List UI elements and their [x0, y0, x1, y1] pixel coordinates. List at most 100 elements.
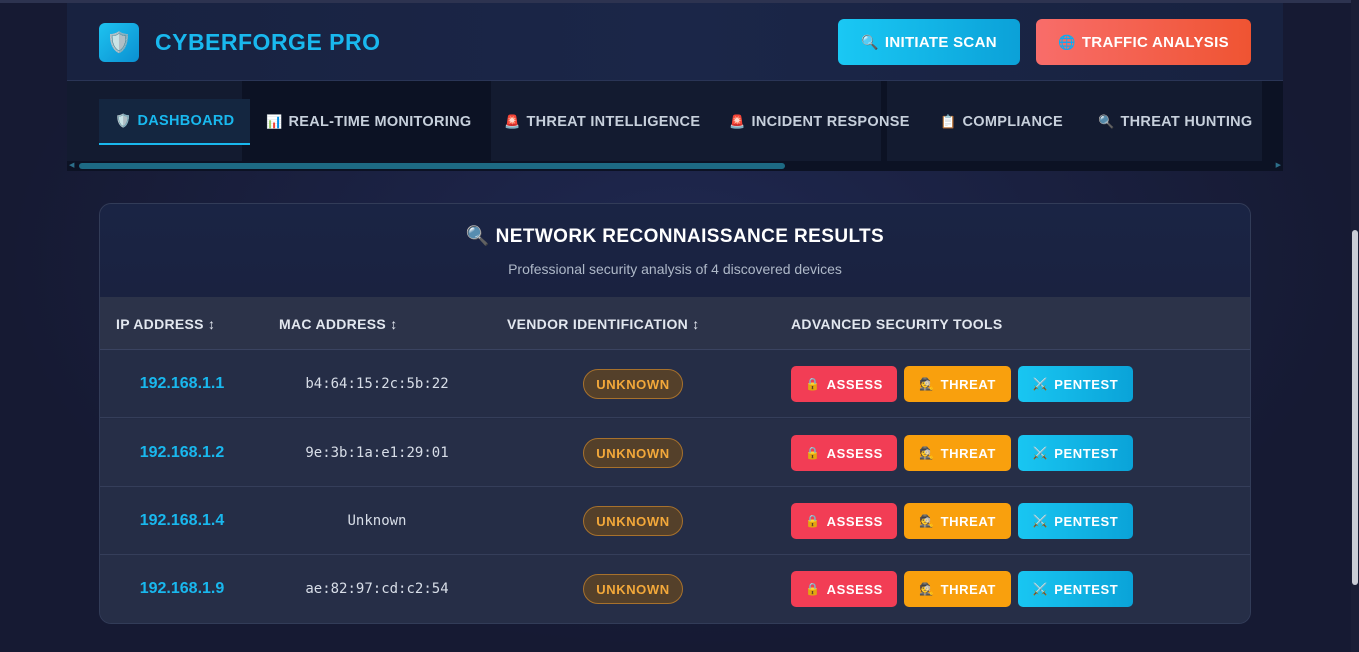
pentest-label: PENTEST — [1054, 376, 1119, 392]
pentest-button[interactable]: ⚔️ PENTEST — [1018, 435, 1133, 471]
lock-icon: 🔒 — [805, 377, 821, 391]
vendor-cell: UNKNOWN — [490, 487, 776, 555]
ip-address[interactable]: 192.168.1.9 — [100, 555, 264, 623]
threat-button[interactable]: 🕵 THREAT — [904, 366, 1011, 402]
threat-button[interactable]: 🕵 THREAT — [904, 503, 1011, 539]
tab-incident-response[interactable]: 🚨 INCIDENT RESPONSE — [729, 99, 910, 145]
scroll-right-arrow-icon[interactable]: ▶ — [1276, 161, 1281, 171]
lock-icon: 🔒 — [805, 446, 821, 460]
mac-address: b4:64:15:2c:5b:22 — [305, 376, 449, 392]
initiate-scan-label: INITIATE SCAN — [884, 33, 997, 51]
tab-label: THREAT HUNTING — [1120, 114, 1253, 130]
results-header: 🔍 NETWORK RECONNAISSANCE RESULTS Profess… — [100, 204, 1250, 297]
vendor-badge: UNKNOWN — [583, 506, 683, 536]
threat-label: THREAT — [940, 513, 996, 529]
tab-label: COMPLIANCE — [962, 114, 1063, 130]
tab-label: REAL-TIME MONITORING — [288, 114, 472, 130]
pentest-button[interactable]: ⚔️ PENTEST — [1018, 503, 1133, 539]
search-icon: 🔍 — [861, 33, 879, 50]
tabs-scroll-thumb[interactable] — [79, 163, 785, 169]
tab-label: INCIDENT RESPONSE — [751, 114, 910, 130]
table-header: IP ADDRESS ↕ MAC ADDRESS ↕ VENDOR IDENTI… — [100, 297, 1250, 350]
detective-icon: 🕵 — [919, 377, 935, 391]
ip-address[interactable]: 192.168.1.4 — [100, 487, 264, 555]
pentest-button[interactable]: ⚔️ PENTEST — [1018, 366, 1133, 402]
table-row: 192.168.1.9 ae:82:97:cd:c2:54 UNKNOWN 🔒 … — [100, 555, 1250, 623]
initiate-scan-button[interactable]: 🔍 INITIATE SCAN — [838, 19, 1020, 65]
tab-label: THREAT INTELLIGENCE — [526, 114, 701, 130]
pentest-button[interactable]: ⚔️ PENTEST — [1018, 571, 1133, 607]
crossed-swords-icon: ⚔️ — [1032, 514, 1049, 528]
recon-results-card: 🔍 NETWORK RECONNAISSANCE RESULTS Profess… — [99, 203, 1251, 624]
shield-logo-icon: 🛡️ — [99, 23, 139, 62]
pentest-label: PENTEST — [1054, 581, 1119, 597]
assess-button[interactable]: 🔒 ASSESS — [791, 571, 897, 607]
search-icon: 🔍 — [1098, 114, 1115, 129]
crossed-swords-icon: ⚔️ — [1032, 582, 1049, 596]
pentest-label: PENTEST — [1054, 513, 1119, 529]
col-vendor-identification[interactable]: VENDOR IDENTIFICATION ↕ — [507, 297, 700, 350]
assess-label: ASSESS — [826, 376, 883, 392]
assess-label: ASSESS — [826, 445, 883, 461]
siren-icon: 🚨 — [504, 114, 521, 129]
tab-dashboard[interactable]: 🛡️ DASHBOARD — [99, 99, 251, 145]
tab-compliance[interactable]: 📋 COMPLIANCE — [940, 99, 1063, 145]
assess-button[interactable]: 🔒 ASSESS — [791, 503, 897, 539]
app-title: CYBERFORGE PRO — [155, 29, 381, 55]
magnifier-icon: 🔍 — [465, 226, 490, 247]
vendor-cell: UNKNOWN — [490, 350, 776, 418]
vendor-cell: UNKNOWN — [490, 555, 776, 623]
vendor-badge: UNKNOWN — [583, 438, 683, 468]
vendor-cell: UNKNOWN — [490, 419, 776, 487]
threat-label: THREAT — [940, 581, 996, 597]
app-header: 🛡️ CYBERFORGE PRO 🔍 INITIATE SCAN 🌐 TRAF… — [67, 3, 1283, 81]
traffic-analysis-button[interactable]: 🌐 TRAFFIC ANALYSIS — [1036, 19, 1251, 65]
table-row: 192.168.1.4 Unknown UNKNOWN 🔒 ASSESS 🕵 T… — [100, 487, 1250, 555]
assess-label: ASSESS — [826, 581, 883, 597]
page-vertical-scrollbar[interactable] — [1351, 0, 1359, 652]
mac-address: Unknown — [347, 513, 407, 529]
col-ip-address[interactable]: IP ADDRESS ↕ — [116, 297, 215, 350]
crossed-swords-icon: ⚔️ — [1032, 446, 1049, 460]
threat-label: THREAT — [940, 376, 996, 392]
table-row: 192.168.1.1 b4:64:15:2c:5b:22 UNKNOWN 🔒 … — [100, 350, 1250, 418]
detective-icon: 🕵 — [919, 514, 935, 528]
tab-threat-hunting[interactable]: 🔍 THREAT HUNTING — [1098, 99, 1253, 145]
results-title: 🔍 NETWORK RECONNAISSANCE RESULTS — [100, 224, 1250, 248]
vendor-badge: UNKNOWN — [583, 369, 683, 399]
globe-icon: 🌐 — [1058, 33, 1076, 50]
col-mac-address[interactable]: MAC ADDRESS ↕ — [279, 297, 398, 350]
lock-icon: 🔒 — [805, 582, 821, 596]
table-row: 192.168.1.2 9e:3b:1a:e1:29:01 UNKNOWN 🔒 … — [100, 419, 1250, 487]
assess-button[interactable]: 🔒 ASSESS — [791, 366, 897, 402]
scroll-left-arrow-icon[interactable]: ◀ — [69, 161, 74, 171]
page-scroll-thumb[interactable] — [1352, 230, 1358, 585]
tab-real-time-monitoring[interactable]: 📊 REAL-TIME MONITORING — [266, 99, 471, 145]
bar-chart-icon: 📊 — [266, 114, 283, 129]
threat-button[interactable]: 🕵 THREAT — [904, 435, 1011, 471]
main-tabs: 🛡️ DASHBOARD 📊 REAL-TIME MONITORING 🚨 TH… — [67, 81, 1283, 171]
crossed-swords-icon: ⚔️ — [1032, 377, 1049, 391]
ip-address[interactable]: 192.168.1.2 — [100, 419, 264, 487]
col-security-tools: ADVANCED SECURITY TOOLS — [791, 315, 1003, 332]
results-title-text: NETWORK RECONNAISSANCE RESULTS — [495, 226, 885, 247]
mac-address: 9e:3b:1a:e1:29:01 — [305, 445, 449, 461]
traffic-analysis-label: TRAFFIC ANALYSIS — [1081, 33, 1229, 51]
lock-icon: 🔒 — [805, 514, 821, 528]
shield-icon: 🛡️ — [115, 113, 132, 128]
mac-address: ae:82:97:cd:c2:54 — [305, 581, 449, 597]
pentest-label: PENTEST — [1054, 445, 1119, 461]
tab-threat-intelligence[interactable]: 🚨 THREAT INTELLIGENCE — [504, 99, 700, 145]
assess-label: ASSESS — [826, 513, 883, 529]
clipboard-icon: 📋 — [940, 114, 957, 129]
detective-icon: 🕵 — [919, 446, 935, 460]
threat-button[interactable]: 🕵 THREAT — [904, 571, 1011, 607]
vendor-badge: UNKNOWN — [583, 574, 683, 604]
assess-button[interactable]: 🔒 ASSESS — [791, 435, 897, 471]
tab-label: DASHBOARD — [137, 113, 235, 129]
siren-icon: 🚨 — [729, 114, 746, 129]
tabs-horizontal-scrollbar[interactable]: ◀ ▶ — [67, 161, 1283, 171]
ip-address[interactable]: 192.168.1.1 — [100, 350, 264, 418]
detective-icon: 🕵 — [919, 582, 935, 596]
results-subtitle: Professional security analysis of 4 disc… — [508, 261, 842, 277]
